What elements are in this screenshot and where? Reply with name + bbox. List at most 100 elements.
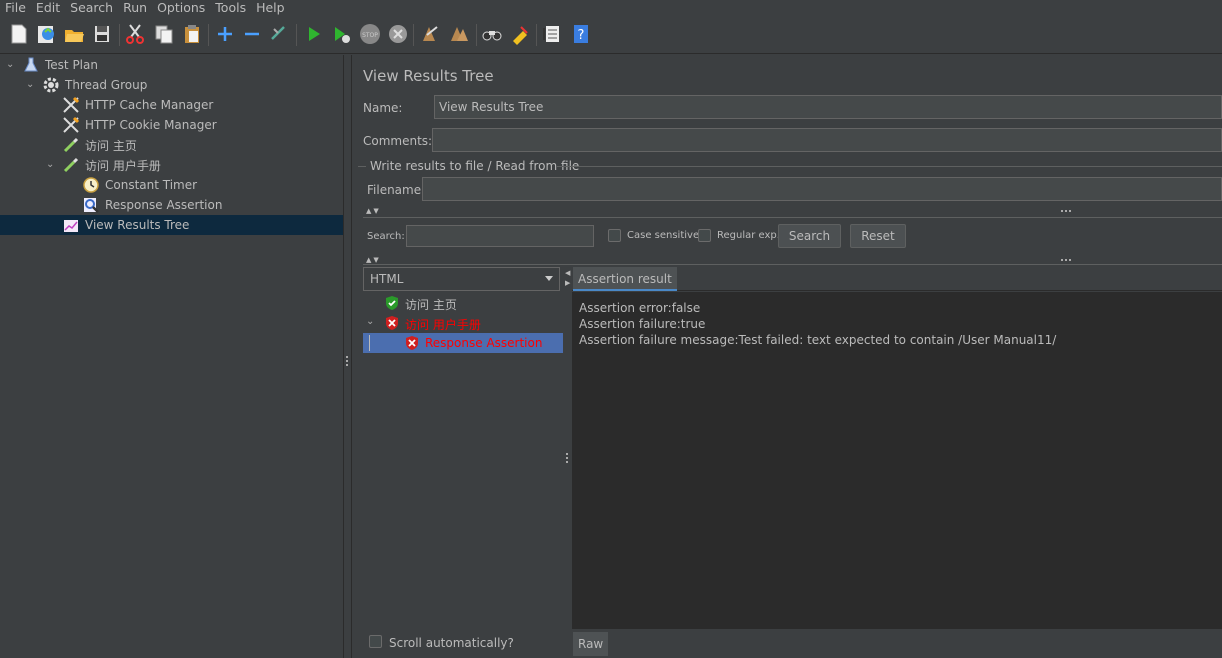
- tree-node-visit-manual[interactable]: ⌄ 访问 用户手册: [0, 155, 343, 175]
- tree-label: 访问 主页: [85, 138, 137, 153]
- search-label: Search:: [367, 231, 405, 242]
- collapse-arrows-icon[interactable]: ▲▼: [366, 256, 381, 264]
- tree-label: Test Plan: [45, 58, 98, 72]
- toolbar: STOP ?: [0, 18, 1222, 54]
- help-icon[interactable]: ?: [569, 22, 593, 46]
- chevron-down-icon[interactable]: ⌄: [46, 160, 56, 170]
- renderer-value: HTML: [370, 272, 404, 286]
- menu-tools[interactable]: Tools: [210, 0, 251, 17]
- menu-file[interactable]: File: [0, 0, 31, 17]
- tree-node-response-assertion[interactable]: Response Assertion: [0, 195, 343, 215]
- fail-shield-icon: [406, 336, 418, 350]
- expand-icon[interactable]: [213, 22, 237, 46]
- result-node-visit-home[interactable]: 访问 主页: [363, 293, 563, 313]
- result-node-response-assertion[interactable]: Response Assertion: [363, 333, 563, 353]
- tree-label: Thread Group: [65, 78, 148, 92]
- tree-node-http-cookie-manager[interactable]: HTTP Cookie Manager: [0, 115, 343, 135]
- menu-edit[interactable]: Edit: [31, 0, 65, 17]
- fieldset-border: [557, 166, 1222, 167]
- tree-node-view-results-tree[interactable]: View Results Tree: [0, 215, 343, 235]
- wrench-icon: [62, 116, 80, 134]
- result-line: Assertion error:false: [579, 301, 701, 315]
- filename-field[interactable]: [422, 177, 1222, 201]
- chevron-down-icon[interactable]: ⌄: [6, 60, 16, 70]
- cut-icon[interactable]: [123, 22, 147, 46]
- tree-node-constant-timer[interactable]: Constant Timer: [0, 175, 343, 195]
- function-helper-icon[interactable]: [540, 22, 564, 46]
- result-tabs: Assertion result: [572, 267, 1222, 291]
- clear-all-icon[interactable]: [447, 22, 471, 46]
- collapse-arrows-icon[interactable]: ▲▼: [366, 207, 381, 215]
- result-node-visit-manual[interactable]: ⌄ 访问 用户手册: [363, 313, 563, 333]
- chevron-down-icon[interactable]: ⌄: [366, 316, 374, 327]
- timer-icon: [82, 176, 100, 194]
- svg-text:STOP: STOP: [362, 32, 378, 39]
- result-detail-pane: Assertion result Assertion error:false A…: [572, 267, 1222, 658]
- search-input[interactable]: [406, 225, 594, 247]
- search-icon[interactable]: [480, 22, 504, 46]
- start-no-pause-icon[interactable]: [329, 22, 353, 46]
- reset-search-icon[interactable]: [508, 22, 532, 46]
- pipette-icon: [62, 156, 80, 174]
- tree-node-thread-group[interactable]: ⌄ Thread Group: [0, 75, 343, 95]
- tree-node-http-cache-manager[interactable]: HTTP Cache Manager: [0, 95, 343, 115]
- divider: [363, 217, 1222, 218]
- name-field[interactable]: View Results Tree: [434, 95, 1222, 119]
- results-splitter[interactable]: ◀ ▶: [563, 267, 572, 655]
- copy-icon[interactable]: [152, 22, 176, 46]
- results-tree-pane: HTML 访问 主页 ⌄ 访问 用户手册 Response Assertion …: [363, 267, 563, 655]
- filename-label: Filename: [367, 183, 422, 197]
- tree-node-test-plan[interactable]: ⌄ Test Plan: [0, 55, 343, 75]
- tree-node-visit-home[interactable]: 访问 主页: [0, 135, 343, 155]
- collapse-left-icon[interactable]: ◀: [565, 269, 570, 277]
- test-plan-tree: ⌄ Test Plan ⌄ Thread Group HTTP Cache Ma…: [0, 55, 344, 658]
- menu-options[interactable]: Options: [152, 0, 210, 17]
- chevron-down-icon[interactable]: ⌄: [26, 80, 36, 90]
- stop-icon[interactable]: STOP: [358, 22, 382, 46]
- gear-icon: [42, 76, 60, 94]
- case-sensitive-label: Case sensitive: [627, 230, 700, 241]
- tree-label: Response Assertion: [105, 198, 223, 212]
- tree-label: 访问 用户手册: [85, 158, 161, 173]
- fieldset-border: [358, 166, 366, 167]
- splitter-grip[interactable]: [1061, 210, 1071, 213]
- collapse-icon[interactable]: [240, 22, 264, 46]
- menu-run[interactable]: Run: [118, 0, 152, 17]
- result-line: Assertion failure:true: [579, 317, 706, 331]
- menu-search[interactable]: Search: [65, 0, 118, 17]
- raw-tab-strip: Raw: [572, 628, 1222, 658]
- wrench-icon: [62, 96, 80, 114]
- tab-raw[interactable]: Raw: [573, 632, 609, 656]
- tab-assertion-result[interactable]: Assertion result: [573, 267, 677, 291]
- result-label: Response Assertion: [425, 336, 543, 350]
- case-sensitive-checkbox[interactable]: [608, 229, 621, 242]
- comments-label: Comments:: [363, 134, 433, 148]
- start-icon[interactable]: [302, 22, 326, 46]
- templates-icon[interactable]: [34, 22, 58, 46]
- paste-icon[interactable]: [180, 22, 204, 46]
- shutdown-icon[interactable]: [386, 22, 410, 46]
- clear-icon[interactable]: [418, 22, 442, 46]
- collapse-right-icon[interactable]: ▶: [565, 279, 570, 287]
- regex-checkbox[interactable]: [698, 229, 711, 242]
- splitter-grip[interactable]: [1061, 259, 1071, 262]
- scroll-auto-checkbox[interactable]: [369, 635, 382, 648]
- tree-label: Constant Timer: [105, 178, 198, 192]
- open-icon[interactable]: [62, 22, 86, 46]
- pass-shield-icon: [386, 296, 398, 310]
- main-splitter[interactable]: [344, 55, 352, 658]
- renderer-select[interactable]: HTML: [363, 267, 560, 291]
- result-label: 访问 用户手册: [405, 318, 481, 332]
- menu-help[interactable]: Help: [251, 0, 290, 17]
- tree-label: HTTP Cookie Manager: [85, 118, 217, 132]
- graph-icon: [62, 216, 80, 234]
- file-section-title: Write results to file / Read from file: [370, 159, 580, 173]
- divider: [363, 264, 1222, 265]
- comments-field[interactable]: [432, 128, 1222, 152]
- save-icon[interactable]: [90, 22, 114, 46]
- new-icon[interactable]: [7, 22, 31, 46]
- toggle-icon[interactable]: [267, 22, 291, 46]
- page-title: View Results Tree: [363, 67, 494, 85]
- search-button[interactable]: Search: [778, 224, 841, 248]
- reset-button[interactable]: Reset: [850, 224, 906, 248]
